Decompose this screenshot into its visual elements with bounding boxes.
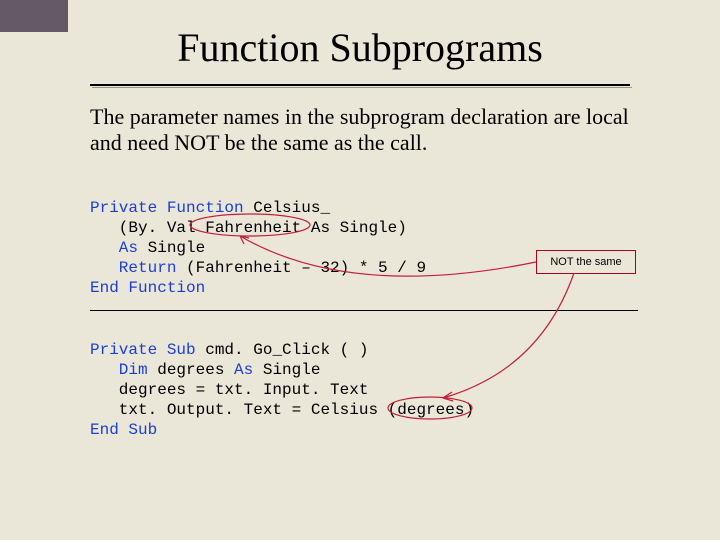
slide: Function Subprograms The parameter names…	[0, 0, 720, 540]
code-text: degrees	[148, 361, 234, 379]
keyword: As	[90, 239, 138, 257]
title-rule-shadow	[92, 87, 632, 88]
code-text: degrees = txt. Input. Text	[90, 381, 368, 399]
code-text: Single	[253, 361, 320, 379]
title-rule	[90, 84, 630, 86]
code-text: (By. Val Fahrenheit As Single)	[90, 219, 407, 237]
callout-not-the-same: NOT the same	[536, 250, 636, 274]
keyword: Function	[157, 199, 243, 217]
separator-line	[90, 310, 638, 311]
keyword: Private	[90, 199, 157, 217]
code-text: Celsius_	[244, 199, 330, 217]
body-paragraph: The parameter names in the subprogram de…	[90, 104, 630, 157]
code-text: Single	[138, 239, 205, 257]
keyword: End Function	[90, 279, 205, 297]
keyword: Return	[90, 259, 176, 277]
code-text: cmd. Go_Click ( )	[196, 341, 369, 359]
keyword: Private	[90, 341, 157, 359]
code-text: txt. Output. Text = Celsius (degrees)	[90, 401, 474, 419]
code-block-sub: Private Sub cmd. Go_Click ( ) Dim degree…	[90, 340, 474, 440]
slide-title: Function Subprograms	[0, 24, 720, 71]
keyword: As	[234, 361, 253, 379]
keyword: Dim	[90, 361, 148, 379]
keyword: Sub	[157, 341, 195, 359]
code-block-function: Private Function Celsius_ (By. Val Fahre…	[90, 198, 426, 298]
keyword: End Sub	[90, 421, 157, 439]
code-text: (Fahrenheit – 32) * 5 / 9	[176, 259, 426, 277]
